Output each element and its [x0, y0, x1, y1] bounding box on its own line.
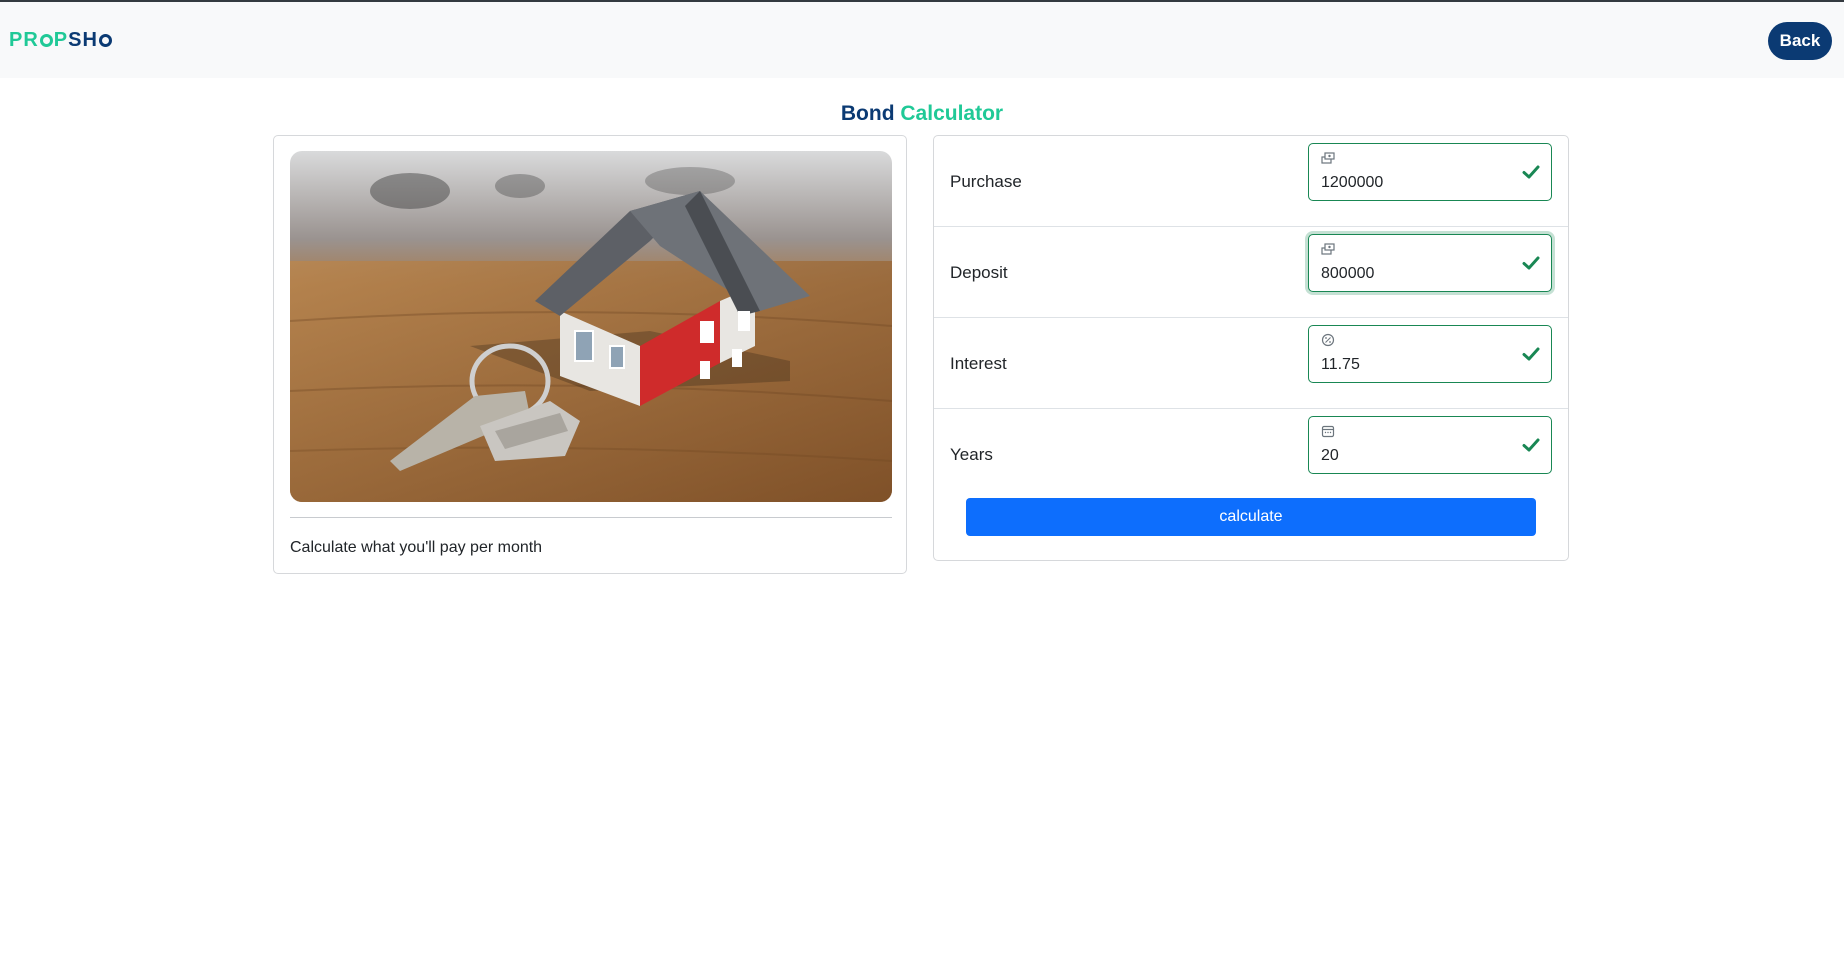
deposit-input[interactable] [1321, 263, 1511, 285]
info-card: Calculate what you'll pay per month [273, 135, 907, 574]
info-caption: Calculate what you'll pay per month [290, 539, 543, 556]
page-title-part1: Bond [840, 102, 895, 125]
check-icon [1522, 438, 1540, 452]
deposit-label: Deposit [950, 263, 1008, 282]
page-title: Bond Calculator [0, 102, 1844, 126]
location-pin-icon [98, 34, 112, 47]
form-row-interest: Interest [934, 318, 1568, 409]
interest-field[interactable] [1308, 325, 1552, 383]
card-divider [290, 517, 892, 518]
percent-icon [1321, 333, 1335, 347]
propsho-logo[interactable]: PR P SH [9, 29, 113, 52]
form-row-deposit: Deposit [934, 227, 1568, 318]
deposit-field[interactable] [1308, 234, 1552, 292]
check-icon [1522, 256, 1540, 270]
bond-calculator-form: Purchase Deposit Interest Years calcu [933, 135, 1569, 561]
check-icon [1522, 165, 1540, 179]
purchase-input[interactable] [1321, 172, 1511, 194]
money-icon [1321, 243, 1335, 255]
purchase-label: Purchase [950, 172, 1022, 191]
calculate-button[interactable]: calculate [966, 498, 1536, 536]
house-keys-photo [290, 151, 892, 502]
page-title-part2: Calculator [900, 102, 1004, 125]
logo-text-3: SH [68, 29, 98, 51]
logo-text-2: P [53, 29, 69, 51]
years-input[interactable] [1321, 445, 1511, 467]
years-field[interactable] [1308, 416, 1552, 474]
interest-label: Interest [950, 354, 1007, 373]
location-pin-icon [39, 34, 53, 47]
check-icon [1522, 347, 1540, 361]
logo-text-1: PR [9, 29, 39, 51]
money-icon [1321, 152, 1335, 164]
navbar: PR P SH Back [0, 2, 1844, 78]
back-button[interactable]: Back [1768, 22, 1832, 60]
years-label: Years [950, 445, 993, 464]
form-row-years: Years [934, 409, 1568, 500]
interest-input[interactable] [1321, 354, 1511, 376]
purchase-field[interactable] [1308, 143, 1552, 201]
calendar-icon [1321, 425, 1335, 438]
form-row-purchase: Purchase [934, 136, 1568, 227]
